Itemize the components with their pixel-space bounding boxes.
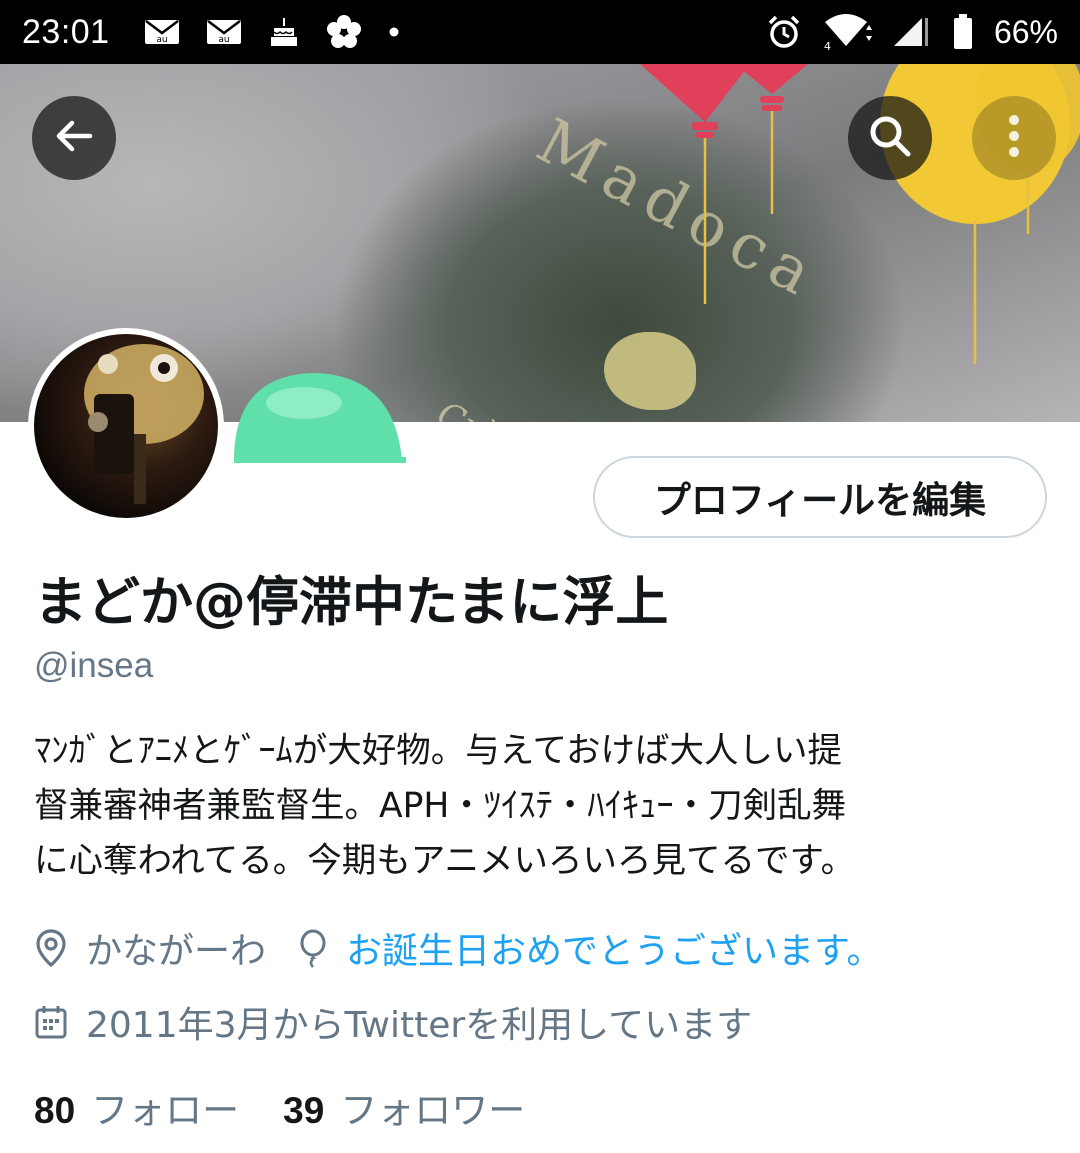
following-link[interactable]: 80 フォロー xyxy=(34,1080,239,1134)
flower-icon xyxy=(326,14,362,50)
joined-row: 2011年3月からTwitterを利用しています xyxy=(34,996,752,1048)
calendar-icon xyxy=(34,1004,68,1040)
wifi-4g-icon: 4 xyxy=(822,12,872,52)
mail-au-icon: au xyxy=(206,17,242,47)
display-name: まどか@停滞中たまに浮上 xyxy=(34,572,669,633)
svg-text:au: au xyxy=(218,35,229,45)
battery-icon xyxy=(952,13,974,51)
birthday-link[interactable]: お誕生日おめでとうございます。 xyxy=(346,922,882,974)
signal-icon xyxy=(892,14,932,50)
followers-label: フォロワー xyxy=(340,1089,526,1132)
svg-text:4: 4 xyxy=(824,40,831,52)
birthday-cake-icon xyxy=(268,16,300,48)
back-button[interactable] xyxy=(32,96,116,180)
alarm-icon xyxy=(766,14,802,50)
edit-profile-button[interactable]: プロフィールを編集 xyxy=(593,456,1047,538)
user-handle: @insea xyxy=(34,646,154,685)
profile-avatar[interactable] xyxy=(28,328,224,524)
bio-line: ﾏﾝｶﾞとｱﾆﾒとｹﾞｰﾑが大好物。与えておけば大人しい提 xyxy=(34,731,842,771)
svg-text:au: au xyxy=(156,35,167,45)
more-vertical-icon xyxy=(1007,114,1021,162)
dot-icon xyxy=(388,26,400,38)
location-pin-icon xyxy=(34,928,68,968)
bio-line: 督兼審神者兼監督生。APH・ﾂｲｽﾃ・ﾊｲｷｭｰ・刀剣乱舞 xyxy=(34,786,847,826)
location-row: かながーわ お誕生日おめでとうございます。 xyxy=(34,922,882,974)
system-icons: 4 66% xyxy=(766,12,1058,52)
avatar-image xyxy=(84,344,204,504)
balloon-icon xyxy=(298,928,328,968)
profile-bio: ﾏﾝｶﾞとｱﾆﾒとｹﾞｰﾑが大好物。与えておけば大人しい提 督兼審神者兼監督生。… xyxy=(34,724,1044,889)
status-time: 23:01 xyxy=(22,12,110,51)
battery-percent: 66% xyxy=(993,13,1058,50)
more-button[interactable] xyxy=(972,96,1056,180)
following-label: フォロー xyxy=(91,1089,240,1132)
mail-au-icon: au xyxy=(144,17,180,47)
birthday-bubble-decoration xyxy=(234,373,406,463)
followers-count: 39 xyxy=(283,1090,325,1131)
search-icon xyxy=(866,112,914,164)
follow-stats: 80 フォロー 39 フォロワー xyxy=(34,1080,525,1134)
joined-text: 2011年3月からTwitterを利用しています xyxy=(86,1005,753,1046)
following-count: 80 xyxy=(34,1090,76,1131)
location-text: かながーわ xyxy=(86,931,267,972)
status-bar: 23:01 au au 4 66% xyxy=(0,0,1080,64)
search-button[interactable] xyxy=(848,96,932,180)
notification-icons: au au xyxy=(144,14,400,50)
bio-line: に心奪われてる。今期もアニメいろいろ見てるです。 xyxy=(34,841,856,881)
arrow-left-icon xyxy=(52,114,96,162)
followers-link[interactable]: 39 フォロワー xyxy=(283,1080,525,1134)
